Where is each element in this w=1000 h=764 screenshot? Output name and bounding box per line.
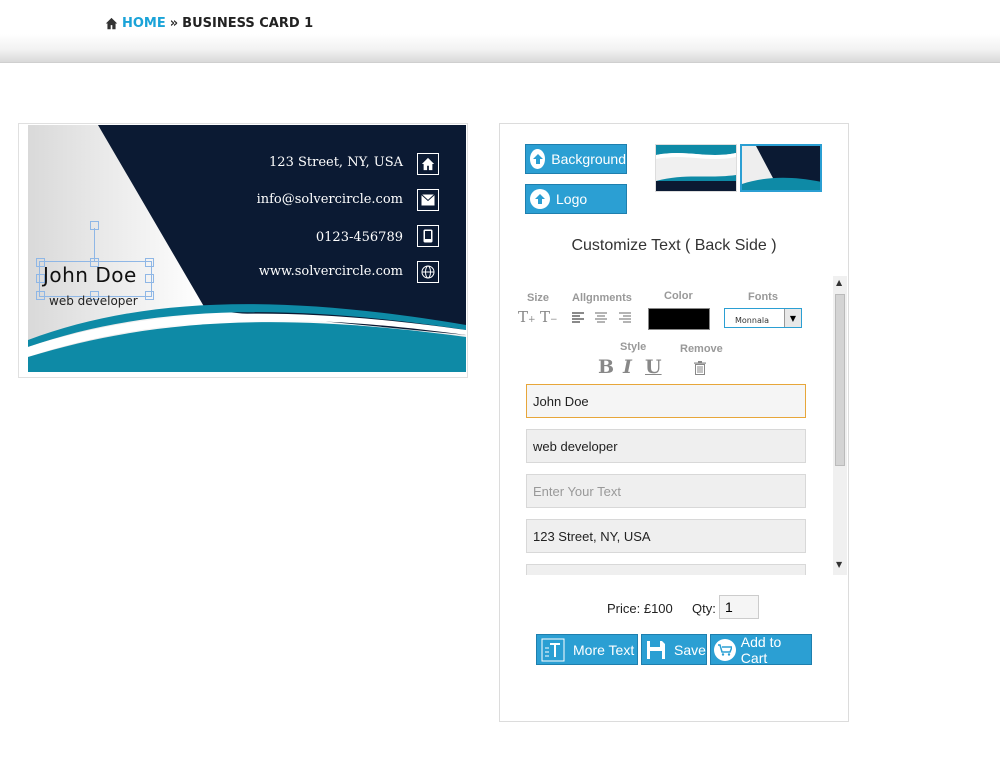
background-upload-button[interactable]: Background bbox=[525, 144, 627, 174]
rotate-handle[interactable] bbox=[90, 221, 99, 230]
customize-text-heading: Customize Text ( Back Side ) bbox=[571, 237, 777, 254]
save-label: Save bbox=[674, 641, 706, 658]
text-size-increase-icon[interactable]: T+ bbox=[518, 308, 536, 326]
upload-arrow-icon bbox=[530, 149, 546, 169]
background-button-label: Background bbox=[551, 151, 626, 167]
more-text-button[interactable]: More Text bbox=[536, 634, 638, 665]
resize-handle-mr[interactable] bbox=[145, 274, 154, 283]
text-size-decrease-icon[interactable]: T− bbox=[540, 308, 558, 326]
chevron-down-icon: ▼ bbox=[784, 309, 801, 327]
home-icon bbox=[417, 153, 439, 175]
text-editor-scroll-area[interactable]: Size T+ T− Allgnments Color Fonts Monnal… bbox=[518, 279, 848, 575]
add-to-cart-label: Add to Cart bbox=[740, 633, 782, 666]
italic-icon[interactable]: I bbox=[623, 356, 632, 378]
text-field-3[interactable] bbox=[526, 474, 806, 508]
resize-handle-bl[interactable] bbox=[36, 291, 45, 300]
font-select-value: Monnala bbox=[735, 316, 769, 325]
more-text-label: More Text bbox=[573, 641, 635, 658]
text-field-1[interactable] bbox=[526, 384, 806, 418]
back-side-thumbnail[interactable] bbox=[740, 144, 822, 192]
card-email-text[interactable]: info@solvercircle.com bbox=[257, 192, 403, 207]
scroll-down-arrow-icon[interactable]: ▼ bbox=[836, 560, 842, 569]
card-job-title-text[interactable]: web developer bbox=[49, 294, 138, 308]
scrollbar-thumb[interactable] bbox=[835, 294, 845, 466]
breadcrumb-current: BUSINESS CARD 1 bbox=[182, 16, 314, 31]
add-to-cart-button[interactable]: Add to Cart bbox=[710, 633, 812, 666]
top-bar: HOME » BUSINESS CARD 1 bbox=[0, 0, 1000, 63]
align-center-icon[interactable] bbox=[595, 312, 607, 323]
card-address-text[interactable]: 123 Street, NY, USA bbox=[269, 155, 403, 170]
upload-arrow-icon bbox=[530, 189, 550, 209]
font-family-select[interactable]: Monnala ▼ bbox=[724, 308, 802, 328]
text-field-5[interactable] bbox=[526, 564, 806, 575]
style-label: Style bbox=[620, 341, 647, 353]
size-label: Size bbox=[527, 292, 550, 304]
scroll-up-arrow-icon[interactable]: ▲ bbox=[836, 278, 842, 287]
logo-upload-button[interactable]: Logo bbox=[525, 184, 627, 214]
rotate-handle-line bbox=[94, 228, 95, 261]
logo-button-label: Logo bbox=[556, 191, 588, 207]
quantity-input[interactable] bbox=[719, 595, 759, 619]
home-icon bbox=[105, 17, 118, 30]
bold-icon[interactable]: B bbox=[598, 356, 614, 378]
cart-icon bbox=[714, 638, 736, 661]
resize-handle-tr[interactable] bbox=[145, 258, 154, 267]
alignments-label: Allgnments bbox=[572, 292, 632, 304]
globe-icon bbox=[417, 261, 439, 283]
card-name-text[interactable]: John Doe bbox=[43, 263, 137, 287]
add-text-icon bbox=[541, 638, 565, 661]
card-website-text[interactable]: www.solvercircle.com bbox=[259, 264, 403, 279]
price-text: Price: £100 bbox=[607, 601, 673, 616]
card-preview-frame: John Doe web developer 123 Street, NY, U… bbox=[18, 123, 468, 378]
underline-icon[interactable]: U bbox=[645, 356, 662, 378]
fonts-label: Fonts bbox=[748, 291, 778, 303]
envelope-icon bbox=[417, 189, 439, 211]
trash-icon[interactable] bbox=[694, 361, 706, 375]
color-label: Color bbox=[664, 290, 693, 302]
business-card-canvas[interactable]: John Doe web developer 123 Street, NY, U… bbox=[28, 125, 466, 372]
align-right-icon[interactable] bbox=[619, 312, 631, 323]
text-color-picker[interactable] bbox=[648, 308, 710, 330]
save-button[interactable]: Save bbox=[641, 634, 707, 665]
qty-label: Qty: bbox=[692, 601, 716, 616]
resize-handle-br[interactable] bbox=[145, 291, 154, 300]
breadcrumb: HOME » BUSINESS CARD 1 bbox=[105, 16, 313, 31]
breadcrumb-separator: » bbox=[169, 16, 179, 31]
text-field-2[interactable] bbox=[526, 429, 806, 463]
mobile-phone-icon bbox=[417, 225, 439, 247]
card-phone-text[interactable]: 0123-456789 bbox=[316, 230, 403, 245]
floppy-disk-icon bbox=[647, 640, 665, 659]
align-left-icon[interactable] bbox=[572, 312, 584, 323]
remove-label: Remove bbox=[680, 343, 723, 355]
customize-panel: Background Logo Customize Text ( Back Si… bbox=[499, 123, 849, 722]
front-side-thumbnail[interactable] bbox=[655, 144, 737, 192]
breadcrumb-home-link[interactable]: HOME bbox=[122, 16, 166, 31]
text-field-4[interactable] bbox=[526, 519, 806, 553]
editor-scrollbar[interactable]: ▲ ▼ bbox=[833, 276, 847, 575]
